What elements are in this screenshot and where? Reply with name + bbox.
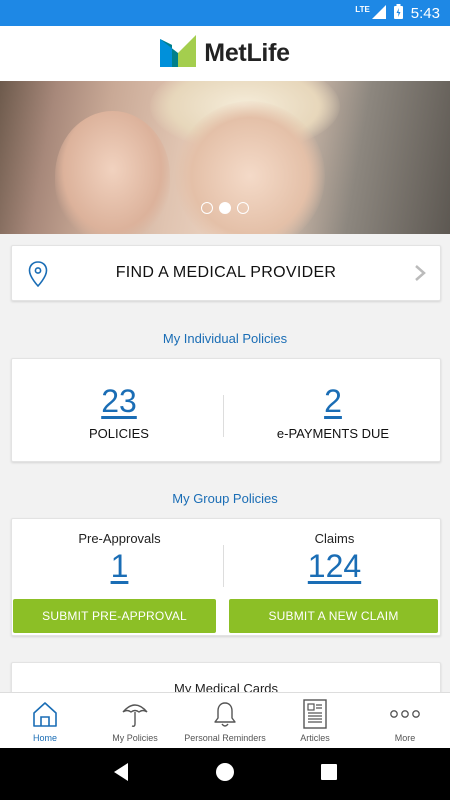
policies-summary[interactable]: 23 POLICIES: [12, 359, 226, 461]
battery-charging-icon: [393, 4, 403, 22]
group-policies-title: My Group Policies: [172, 491, 278, 506]
clock: 5:43: [410, 4, 440, 22]
more-dots-icon: [389, 697, 421, 731]
divider: [223, 545, 224, 587]
nav-item-more[interactable]: More: [360, 693, 450, 748]
bottom-nav: Home My Policies Personal Reminders Arti…: [0, 692, 450, 748]
divider: [223, 395, 224, 437]
nav-label-personal-reminders: Personal Reminders: [184, 733, 266, 743]
home-circle-icon[interactable]: [215, 762, 235, 787]
preapprovals-label: Pre-Approvals: [78, 531, 161, 546]
individual-policies-card: 23 POLICIES 2 e-PAYMENTS DUE: [11, 358, 441, 462]
carousel-dot-active[interactable]: [219, 202, 231, 214]
epayments-count-link[interactable]: 2: [324, 383, 342, 420]
policies-label: POLICIES: [89, 426, 149, 441]
claims-count-link[interactable]: 124: [308, 548, 361, 585]
preapprovals-summary: Pre-Approvals 1: [12, 519, 227, 585]
nav-label-more: More: [394, 733, 416, 743]
find-provider-button[interactable]: FIND A MEDICAL PROVIDER: [11, 245, 441, 301]
article-icon: [301, 697, 329, 731]
bell-icon: [211, 697, 239, 731]
nav-item-personal-reminders[interactable]: Personal Reminders: [180, 693, 270, 748]
preapprovals-count-link[interactable]: 1: [111, 548, 129, 585]
status-bar: LTE 5:43: [0, 0, 450, 26]
nav-label-articles: Articles: [300, 733, 330, 743]
epayments-summary[interactable]: 2 e-PAYMENTS DUE: [226, 359, 440, 461]
individual-policies-title: My Individual Policies: [162, 331, 288, 346]
nav-label-home: Home: [32, 733, 57, 743]
nav-item-my-policies[interactable]: My Policies: [90, 693, 180, 748]
submit-claim-button[interactable]: SUBMIT A NEW CLAIM: [229, 599, 438, 633]
nav-item-home[interactable]: Home: [0, 693, 90, 748]
app-header: MetLife: [0, 26, 450, 81]
claims-label: Claims: [314, 531, 355, 546]
group-policies-card: Pre-Approvals 1 Claims 124 SUBMIT PRE-AP…: [11, 518, 441, 636]
claims-summary: Claims 124: [227, 519, 442, 585]
brand-name: MetLife: [204, 39, 290, 67]
carousel-dot[interactable]: [237, 202, 249, 214]
chevron-right-icon: [414, 264, 426, 287]
nav-label-my-policies: My Policies: [112, 733, 158, 743]
carousel-indicator[interactable]: [201, 202, 249, 214]
policies-count-link[interactable]: 23: [101, 383, 137, 420]
home-icon: [31, 697, 59, 731]
back-icon[interactable]: [112, 762, 130, 787]
signal-icon: [371, 4, 386, 22]
epayments-label: e-PAYMENTS DUE: [276, 426, 390, 441]
find-provider-label: FIND A MEDICAL PROVIDER: [115, 264, 337, 281]
carousel-dot[interactable]: [201, 202, 213, 214]
network-type: LTE: [355, 4, 370, 14]
umbrella-icon: [121, 697, 149, 731]
location-pin-icon: [28, 261, 48, 292]
recents-icon[interactable]: [320, 763, 338, 786]
submit-preapproval-button[interactable]: SUBMIT PRE-APPROVAL: [13, 599, 216, 633]
nav-item-articles[interactable]: Articles: [270, 693, 360, 748]
system-nav-bar: [0, 748, 450, 800]
metlife-logo-icon: [160, 35, 197, 72]
